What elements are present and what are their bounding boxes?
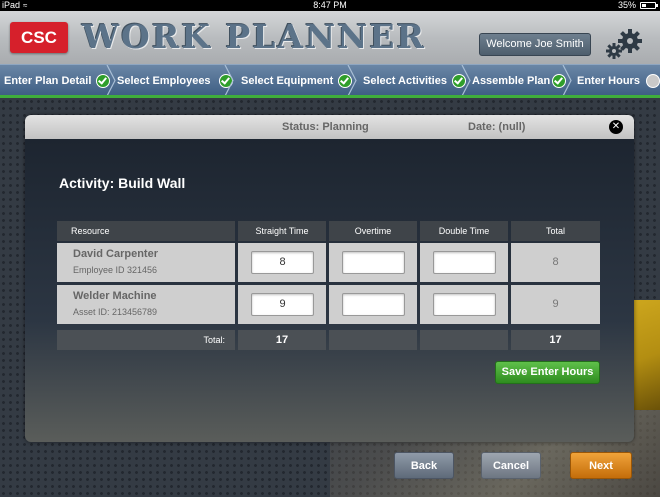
battery-percent: 35% xyxy=(617,0,636,10)
overtime-cell xyxy=(329,285,417,324)
chevron-right-icon xyxy=(224,65,234,96)
double-time-cell xyxy=(420,285,508,324)
chevron-right-icon xyxy=(347,65,357,96)
plan-date: Date: (null) xyxy=(468,121,526,133)
save-enter-hours-button[interactable]: Save Enter Hours xyxy=(495,361,600,384)
panel-body: Activity: Build Wall Resource Straight T… xyxy=(25,139,634,442)
grand-total: 17 xyxy=(511,330,600,350)
app-header: CSC WORK PLANNER Welcome Joe Smith xyxy=(0,11,660,64)
totals-label: Total: xyxy=(57,330,235,350)
column-header-resource: Resource xyxy=(57,221,235,241)
resource-name: Welder Machine xyxy=(73,290,157,302)
table-row-resource: Welder Machine Asset ID: 213456789 xyxy=(57,285,235,324)
app-title: WORK PLANNER xyxy=(82,17,426,56)
gears-icon[interactable] xyxy=(604,28,644,60)
battery-icon xyxy=(640,2,658,9)
column-header-overtime: Overtime xyxy=(329,221,417,241)
activity-title: Activity: Build Wall xyxy=(59,175,186,191)
cancel-button[interactable]: Cancel xyxy=(481,452,541,479)
step-label: Select Employees xyxy=(117,74,211,87)
step-select-employees[interactable]: Select Employees xyxy=(117,65,233,96)
overtime-cell xyxy=(329,243,417,282)
overtime-input[interactable] xyxy=(342,251,405,274)
double-time-cell xyxy=(420,243,508,282)
total-overtime xyxy=(329,330,417,350)
step-label: Select Activities xyxy=(363,74,447,87)
row-total: 8 xyxy=(511,243,600,282)
column-header-total: Total xyxy=(511,221,600,241)
step-enter-hours[interactable]: Enter Hours xyxy=(577,65,660,96)
chevron-right-icon xyxy=(562,65,572,96)
resource-id: Asset ID: 213456789 xyxy=(73,307,158,317)
total-double-time xyxy=(420,330,508,350)
pending-step-icon xyxy=(645,73,660,88)
step-select-activities[interactable]: Select Activities xyxy=(363,65,466,96)
column-header-double-time: Double Time xyxy=(420,221,508,241)
back-button[interactable]: Back xyxy=(394,452,454,479)
column-header-straight-time: Straight Time xyxy=(238,221,326,241)
double-time-input[interactable] xyxy=(433,293,496,316)
step-select-equipment[interactable]: Select Equipment xyxy=(241,65,353,96)
total-straight-time: 17 xyxy=(238,330,326,350)
step-enter-plan-detail[interactable]: Enter Plan Detail xyxy=(4,65,111,96)
overtime-input[interactable] xyxy=(342,293,405,316)
plan-status: Status: Planning xyxy=(282,121,369,133)
wizard-step-bar: Enter Plan Detail Select Employees Selec… xyxy=(0,64,660,96)
step-assemble-plan[interactable]: Assemble Plan xyxy=(472,65,567,96)
step-label: Assemble Plan xyxy=(472,74,551,87)
panel-status-bar: Status: Planning Date: (null) ✕ xyxy=(25,115,634,139)
straight-time-cell: 8 xyxy=(238,243,326,282)
straight-time-input[interactable]: 8 xyxy=(251,251,314,274)
step-label: Select Equipment xyxy=(241,74,334,87)
clock: 8:47 PM xyxy=(313,0,347,10)
chevron-right-icon xyxy=(461,65,471,96)
next-button[interactable]: Next xyxy=(570,452,632,479)
resource-id: Employee ID 321456 xyxy=(73,265,158,275)
straight-time-input[interactable]: 9 xyxy=(251,293,314,316)
step-label: Enter Hours xyxy=(577,74,640,87)
enter-hours-panel: Status: Planning Date: (null) ✕ Activity… xyxy=(25,115,634,442)
csc-logo: CSC xyxy=(10,22,68,53)
resource-name: David Carpenter xyxy=(73,248,158,260)
chevron-right-icon xyxy=(106,65,116,96)
ios-status-bar: iPad ≈ 8:47 PM 35% xyxy=(0,0,660,11)
close-icon[interactable]: ✕ xyxy=(609,120,623,134)
row-total: 9 xyxy=(511,285,600,324)
double-time-input[interactable] xyxy=(433,251,496,274)
table-row-resource: David Carpenter Employee ID 321456 xyxy=(57,243,235,282)
straight-time-cell: 9 xyxy=(238,285,326,324)
welcome-user-button[interactable]: Welcome Joe Smith xyxy=(479,33,591,56)
step-label: Enter Plan Detail xyxy=(4,74,92,87)
